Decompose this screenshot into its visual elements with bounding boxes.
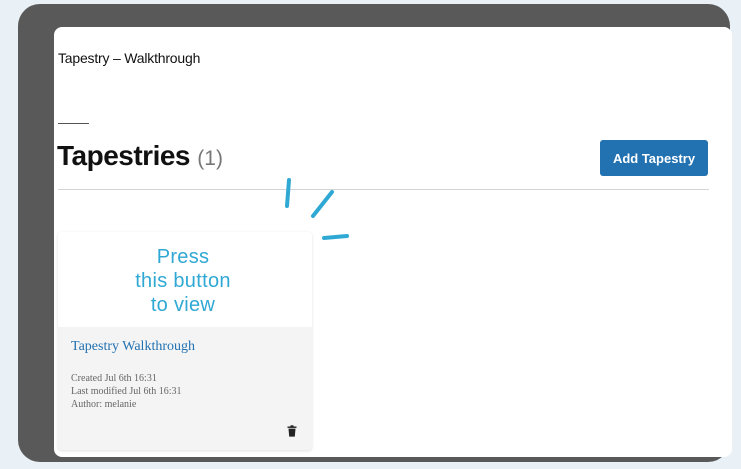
tapestry-card[interactable]: Press this button to view Tapestry Walkt… — [58, 232, 312, 450]
annotation-line-2: this button — [135, 270, 231, 292]
title-underline — [58, 123, 89, 124]
annotation-line-3: to view — [150, 294, 216, 316]
document-title: Tapestry – Walkthrough — [58, 50, 201, 66]
page-heading: Tapestries (1) — [57, 140, 223, 172]
modified-date: Last modified Jul 6th 16:31 — [71, 386, 182, 397]
device-frame: Tapestry – Walkthrough Tapestries (1) Ad… — [18, 4, 732, 462]
card-meta: Created Jul 6th 16:31 Last modified Jul … — [71, 372, 182, 411]
trash-icon[interactable] — [287, 425, 297, 437]
annotation-flourish — [285, 178, 349, 240]
card-thumbnail[interactable]: Press this button to view — [58, 232, 312, 327]
annotation-text: Press this button to view — [58, 245, 308, 317]
screen: Tapestry – Walkthrough Tapestries (1) Ad… — [54, 27, 732, 457]
card-title-link[interactable]: Tapestry Walkthrough — [71, 339, 195, 355]
add-tapestry-button[interactable]: Add Tapestry — [600, 140, 708, 176]
annotation-line-1: Press — [156, 246, 210, 268]
author: Author: melanie — [71, 399, 137, 410]
created-date: Created Jul 6th 16:31 — [71, 373, 157, 384]
header-divider — [58, 189, 709, 190]
tapestry-count: (1) — [197, 147, 223, 170]
heading-text: Tapestries — [57, 140, 191, 171]
